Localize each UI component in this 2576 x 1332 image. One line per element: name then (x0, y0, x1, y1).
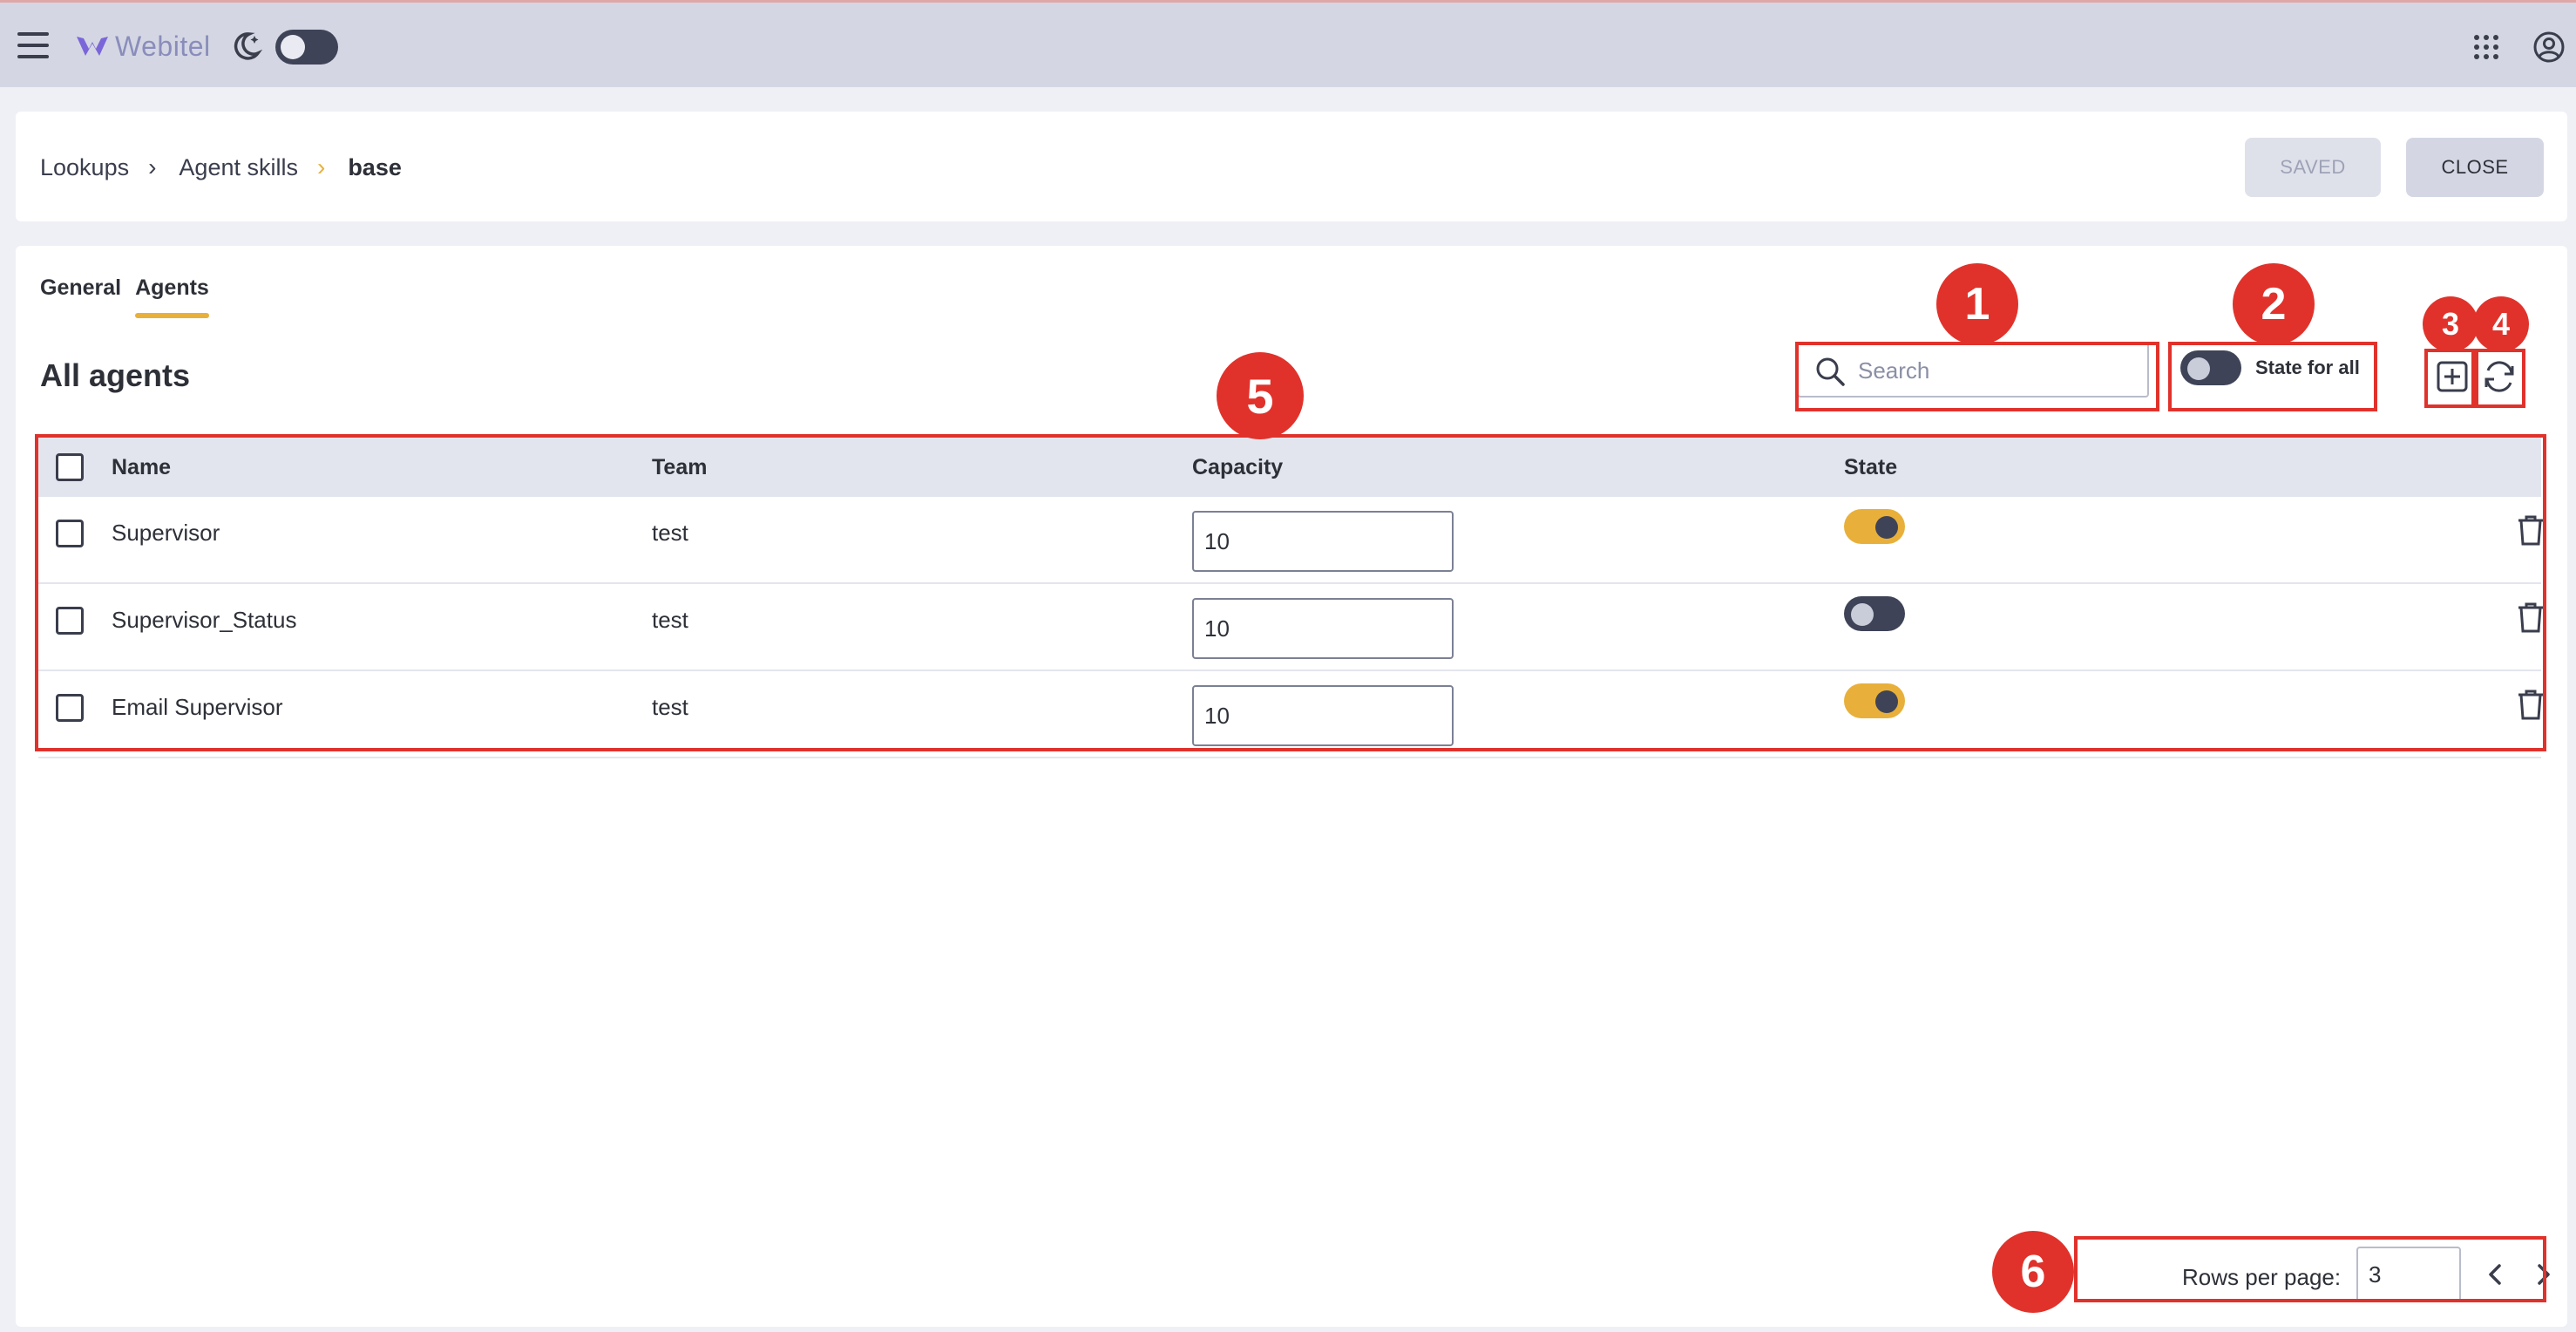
state-toggle[interactable] (1844, 683, 1905, 718)
trash-icon[interactable] (2513, 600, 2548, 635)
section-title: All agents (40, 357, 191, 393)
search-field[interactable] (1797, 342, 2149, 398)
agents-table: Name Team Capacity State Supervisor test… (38, 438, 2543, 758)
annotation-badge-2: 2 (2233, 263, 2315, 345)
close-button[interactable]: CLOSE (2406, 138, 2544, 197)
annotation-badge-3: 3 (2423, 296, 2478, 352)
table-row: Email Supervisor test (38, 671, 2543, 758)
annotation-badge-1: 1 (1936, 263, 2018, 345)
agent-name: Supervisor_Status (112, 607, 297, 633)
breadcrumb-agent-skills[interactable]: Agent skills (179, 154, 298, 181)
top-header: Webitel (0, 0, 2576, 87)
table-row: Supervisor test (38, 497, 2543, 584)
logo: Webitel (75, 29, 211, 64)
logo-text: Webitel (115, 30, 211, 62)
chevron-left-icon[interactable] (2482, 1261, 2510, 1288)
breadcrumb-current: base (348, 153, 402, 180)
menu-icon[interactable] (17, 32, 49, 58)
apps-grid-icon[interactable] (2473, 34, 2499, 60)
trash-icon[interactable] (2513, 687, 2548, 722)
agent-team: test (652, 607, 688, 633)
rows-per-page-label: Rows per page: (2182, 1264, 2342, 1290)
tabs: General Agents (40, 275, 209, 318)
search-input[interactable] (1858, 350, 2137, 391)
column-header-name[interactable]: Name (112, 455, 171, 480)
refresh-icon[interactable] (2480, 357, 2518, 396)
state-for-all-toggle[interactable] (2180, 350, 2241, 385)
breadcrumb: Lookups › Agent skills › base (40, 153, 402, 181)
moon-icon (234, 32, 263, 60)
add-icon[interactable] (2433, 357, 2471, 396)
breadcrumb-separator: › (148, 153, 157, 180)
capacity-input[interactable] (1192, 511, 1454, 572)
theme-toggle[interactable] (275, 30, 338, 65)
agent-name: Supervisor (112, 520, 220, 546)
breadcrumb-separator: › (316, 153, 326, 180)
select-all-checkbox[interactable] (56, 453, 84, 481)
agent-team: test (652, 520, 688, 546)
account-icon[interactable] (2532, 31, 2566, 64)
column-header-state[interactable]: State (1844, 455, 1897, 480)
state-for-all-label: State for all (2255, 357, 2360, 378)
column-header-capacity[interactable]: Capacity (1192, 455, 1283, 480)
row-checkbox[interactable] (56, 694, 84, 722)
table-row: Supervisor_Status test (38, 584, 2543, 671)
search-icon (1816, 357, 1845, 386)
table-header: Name Team Capacity State (38, 438, 2541, 497)
breadcrumb-panel: Lookups › Agent skills › base SAVED CLOS… (16, 112, 2567, 221)
state-toggle[interactable] (1844, 596, 1905, 631)
pagination: Rows per page: (2093, 1245, 2564, 1304)
agent-name: Email Supervisor (112, 694, 283, 720)
tab-agents[interactable]: Agents (135, 275, 209, 318)
annotation-badge-6: 6 (1992, 1231, 2074, 1313)
annotation-badge-4: 4 (2473, 296, 2529, 352)
saved-button[interactable]: SAVED (2245, 138, 2381, 197)
webitel-logo-icon (77, 37, 108, 56)
capacity-input[interactable] (1192, 685, 1454, 746)
breadcrumb-lookups[interactable]: Lookups (40, 154, 129, 181)
chevron-right-icon[interactable] (2529, 1261, 2557, 1288)
row-checkbox[interactable] (56, 607, 84, 635)
row-checkbox[interactable] (56, 520, 84, 547)
column-header-team[interactable]: Team (652, 455, 707, 480)
capacity-input[interactable] (1192, 598, 1454, 659)
tab-general[interactable]: General (40, 275, 121, 311)
state-toggle[interactable] (1844, 509, 1905, 544)
trash-icon[interactable] (2513, 513, 2548, 547)
annotation-badge-5: 5 (1217, 352, 1304, 439)
rows-per-page-input[interactable] (2356, 1247, 2461, 1302)
agent-team: test (652, 694, 688, 720)
state-for-all: State for all (2180, 350, 2360, 385)
